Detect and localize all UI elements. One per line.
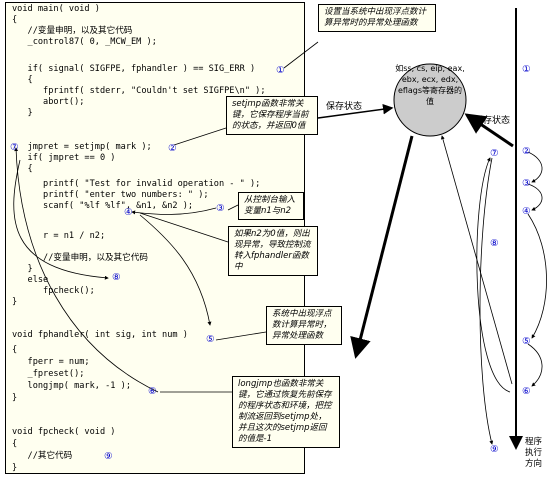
code-line: longjmp( mark, -1 );: [12, 381, 131, 391]
timeline-ref-8: ⑧: [490, 238, 499, 249]
ref-num-4: ④: [124, 207, 133, 218]
timeline-ref-9: ⑨: [490, 444, 499, 455]
ref-num-3: ③: [216, 203, 225, 214]
ref-num-8: ⑧: [112, 272, 121, 283]
code-line: //变量申明，以及其它代码: [12, 253, 148, 263]
code-line: else: [12, 275, 49, 285]
callout-handler: 系统中出现浮点数计算异常时，异常处理函数: [266, 306, 342, 345]
callout-input: 从控制台输入变量n1与n2: [238, 192, 304, 220]
code-line: {: [12, 15, 18, 25]
save-state-label-right: 保存状态: [474, 116, 511, 126]
code-line: {: [12, 439, 18, 449]
timeline-ref-3: ③: [522, 178, 531, 189]
code-line: if( signal( SIGFPE, fphandler ) == SIG_E…: [12, 64, 256, 74]
timeline-ref-4: ④: [522, 206, 531, 217]
ref-num-5: ⑤: [206, 334, 215, 345]
ref-num-7: ⑦: [10, 142, 19, 153]
code-line: }: [12, 463, 18, 473]
code-line: }: [12, 264, 33, 274]
ref-num-1: ①: [276, 65, 285, 76]
code-line: scanf( "%lf %lf", &n1, &n2 );: [12, 201, 194, 211]
code-line: jmpret = setjmp( mark );: [12, 142, 152, 152]
callout-signal-handler: 设置当系统中出现浮点数计算异常时的异常处理函数: [318, 4, 436, 32]
restore-arrow-left: [350, 135, 414, 359]
callout-longjmp: longjmp也函数非常关键，它通过恢复先前保存的程序状态和环境，把控制流返回到…: [232, 376, 340, 448]
code-line: printf( "enter two numbers: " );: [12, 190, 209, 200]
code-line: {: [12, 345, 18, 355]
code-line: if( jmpret == 0 ): [12, 153, 116, 163]
timeline-ref-6: ⑥: [522, 386, 531, 397]
code-line: _control87( 0, _MCW_EM );: [12, 37, 157, 47]
code-line: r = n1 / n2;: [12, 231, 106, 241]
code-line: _fpreset();: [12, 369, 85, 379]
ref-num-6: ⑥: [148, 386, 157, 397]
code-line: }: [12, 297, 18, 307]
pointer-top-callout: [283, 41, 319, 69]
code-line: {: [12, 75, 33, 85]
pointer-input-callout: [227, 204, 239, 211]
ref-num-2: ②: [168, 143, 177, 154]
ref-num-9: ⑨: [104, 451, 113, 462]
callout-divide: 如果n2为0值，则出现异常，导致控制流转入fphandler函数中: [228, 226, 318, 276]
code-line: }: [12, 393, 18, 403]
code-line: //变量申明，以及其它代码: [12, 26, 133, 36]
code-line: }: [12, 108, 33, 118]
code-line: fperr = num;: [12, 357, 90, 367]
code-line: void main( void ): [12, 4, 100, 14]
code-line: fpcheck();: [12, 286, 95, 296]
code-line: abort();: [12, 97, 85, 107]
code-line: void fphandler( int sig, int num ): [12, 330, 188, 340]
pointer-setjmp-callout: [173, 127, 227, 146]
timeline-ref-7: ⑦: [490, 148, 499, 159]
timeline-label: 程序执行方向: [525, 437, 543, 469]
code-line: {: [12, 164, 33, 174]
timeline-ref-2: ②: [522, 146, 531, 157]
timeline-flow-3: [527, 213, 547, 339]
state-circle-label: 如ss, cs, eip, eax, ebx, ecx, edx, eflags…: [395, 64, 465, 106]
timeline-ref-1: ①: [522, 64, 531, 75]
flow-curve-divide: [139, 214, 212, 326]
pointer-divide-callout: [139, 212, 229, 243]
code-line: printf( "Test for invalid operation - " …: [12, 179, 261, 189]
pointer-handler-callout: [215, 331, 267, 341]
timeline-flow-6: [479, 157, 494, 445]
callout-setjmp: setjmp函数非常关键，它保存程序当前的状态，并返回0值: [226, 96, 318, 135]
code-line: void fpcheck( void ): [12, 427, 116, 437]
timeline-flow-5: [476, 157, 511, 393]
timeline-flow-4: [527, 343, 543, 387]
timeline-ref-5: ⑤: [522, 336, 531, 347]
save-state-label-left: 保存状态: [326, 102, 363, 112]
code-line: //其它代码: [12, 451, 73, 461]
